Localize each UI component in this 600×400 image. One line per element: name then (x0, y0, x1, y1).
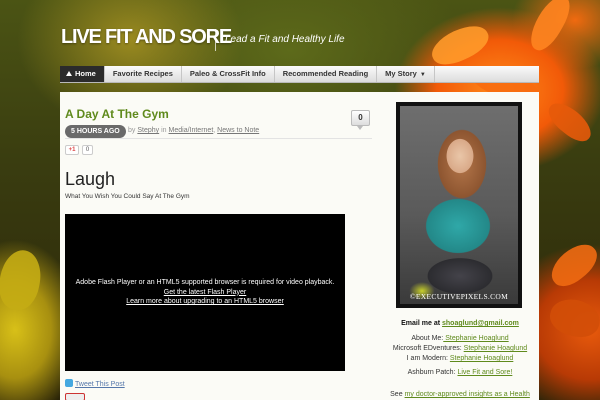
profile-photo[interactable]: ©EXECUTIVEPIXELS.COM (400, 106, 518, 304)
about-link[interactable]: Stephanie Hoaglund (443, 335, 508, 342)
google-plus-icon[interactable]: +1 (65, 145, 79, 155)
post-title[interactable]: A Day At The Gym (65, 107, 169, 121)
video-fallback-message: Adobe Flash Player or an HTML5 supported… (65, 278, 345, 307)
author-link[interactable]: Stephy (137, 127, 159, 134)
home-icon (66, 71, 72, 76)
patch-label: Ashburn Patch: (407, 369, 456, 376)
get-flash-player-link[interactable]: Get the latest Flash Player (65, 288, 345, 298)
email-label: Email me at (401, 320, 441, 327)
nav-item-paleo-crossfit-info[interactable]: Paleo & CrossFit Info (182, 66, 275, 82)
category-separator: , (213, 127, 216, 134)
profile-photo-frame: ©EXECUTIVEPIXELS.COM (396, 102, 522, 308)
pinterest-icon[interactable] (65, 393, 85, 400)
about-label: About Me: (411, 335, 444, 342)
post-subheading: What You Wish You Could Say At The Gym (65, 193, 190, 200)
video-msg-text: Adobe Flash Player or an HTML5 supported… (75, 279, 335, 286)
patch-link[interactable]: Live Fit and Sore! (457, 369, 512, 376)
video-player[interactable]: Adobe Flash Player or an HTML5 supported… (65, 214, 345, 371)
modern-line: I am Modern: Stephanie Hoaglund (384, 355, 536, 362)
edventures-line: Microsoft EDventures: Stephanie Hoaglund (384, 345, 536, 352)
google-plus-count: 0 (82, 145, 93, 155)
main-navigation: Home Favorite Recipes Paleo & CrossFit I… (60, 66, 539, 83)
byline-in: in (161, 127, 167, 134)
category-link-media-internet[interactable]: Media/Internet (169, 127, 214, 134)
site-title[interactable]: LIVE FIT AND SORE (61, 26, 232, 49)
post-meta: 5 HOURS AGO by Stephy in Media/Internet,… (65, 125, 372, 139)
post-byline: by Stephy in Media/Internet, News to Not… (128, 127, 259, 134)
byline-by: by (128, 127, 136, 134)
nav-item-recommended-reading[interactable]: Recommended Reading (275, 66, 378, 82)
nav-item-favorite-recipes[interactable]: Favorite Recipes (105, 66, 182, 82)
site-tagline: Lead a Fit and Healthy Life (225, 34, 345, 45)
email-link[interactable]: shoaglund@gmail.com (442, 320, 519, 327)
title-divider (215, 29, 216, 51)
patch-line: Ashburn Patch: Live Fit and Sore! (384, 369, 536, 376)
email-line: Email me at shoaglund@gmail.com (384, 320, 536, 327)
twitter-icon (65, 379, 73, 387)
edventures-label: Microsoft EDventures: (392, 345, 462, 352)
modern-link[interactable]: Stephanie Hoaglund (450, 355, 513, 362)
nav-item-label: Home (75, 69, 96, 78)
post-heading: Laugh (65, 169, 116, 189)
post-time-badge: 5 HOURS AGO (65, 125, 126, 138)
nav-item-home[interactable]: Home (60, 66, 105, 82)
nav-item-my-story[interactable]: My Story ▼ (377, 66, 435, 82)
photo-caption: ©EXECUTIVEPIXELS.COM (409, 292, 509, 301)
modern-label: I am Modern: (406, 355, 448, 362)
edventures-link[interactable]: Stephanie Hoaglund (464, 345, 527, 352)
see-link[interactable]: my doctor-approved insights as a Health (405, 391, 530, 398)
see-line: See my doctor-approved insights as a Hea… (384, 391, 536, 398)
tweet-this-post[interactable]: Tweet This Post (65, 379, 125, 388)
main-content: A Day At The Gym 0 5 HOURS AGO by Stephy… (60, 92, 539, 400)
html5-upgrade-link[interactable]: Learn more about upgrading to an HTML5 b… (65, 297, 345, 307)
see-label: See (390, 391, 403, 398)
tweet-link[interactable]: Tweet This Post (75, 381, 125, 388)
chevron-down-icon: ▼ (419, 72, 426, 78)
about-line: About Me: Stephanie Hoaglund (384, 335, 536, 342)
nav-item-label: My Story (385, 69, 417, 78)
category-link-news-to-note[interactable]: News to Note (217, 127, 259, 134)
comment-count-bubble[interactable]: 0 (351, 110, 370, 130)
